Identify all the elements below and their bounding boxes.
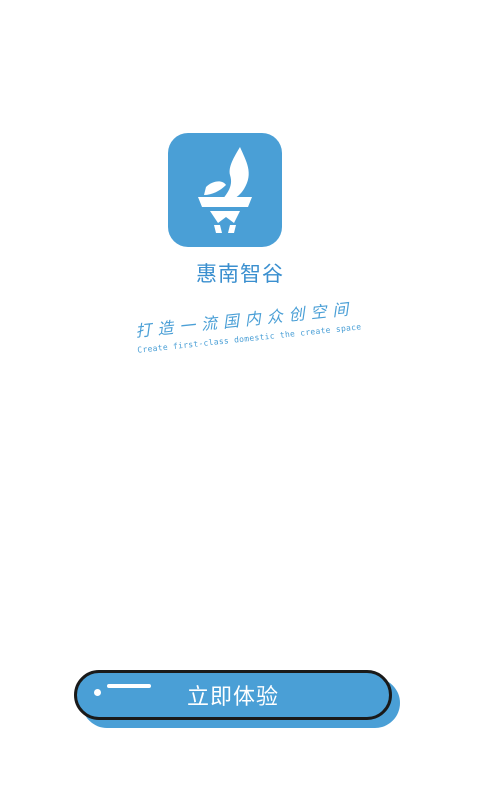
button-highlight-dot [94,689,101,696]
button-highlight-line [107,684,151,688]
app-name: 惠南智谷 [196,262,284,286]
torch-icon [198,147,252,233]
try-now-button[interactable]: 立即体验 [74,670,392,720]
app-logo [168,133,282,247]
slogan: 打造一流国内众创空间 Create first-class domestic t… [134,295,361,355]
